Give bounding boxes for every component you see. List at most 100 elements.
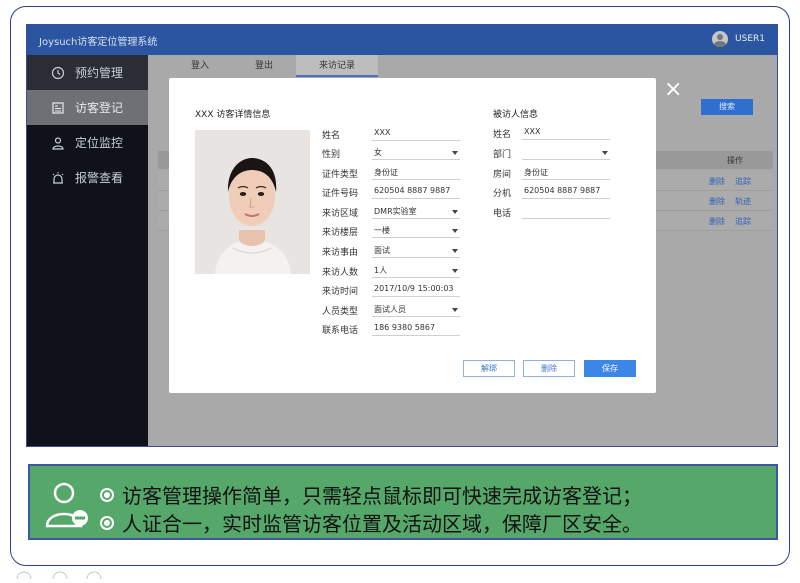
banner-text: 访客管理操作简单，只需轻点鼠标即可快速完成访客登记； — [122, 484, 642, 508]
clock-icon — [51, 66, 65, 80]
field-label: 姓名 — [493, 130, 512, 140]
tab-bar: 登入 登出 来访记录 — [168, 55, 378, 79]
trajectory-link[interactable]: 轨迹 — [735, 196, 751, 207]
visit-floor-select[interactable]: 一楼 — [372, 225, 460, 238]
field-label: 来访楼层 — [322, 228, 359, 238]
sidebar-item-visitor-register[interactable]: 访客登记 — [27, 90, 148, 125]
track-link[interactable]: 追踪 — [735, 176, 751, 187]
field-visit-area: 来访区域 DMR实验室 — [322, 203, 460, 219]
field-phone: 电话 — [493, 203, 610, 219]
chevron-down-icon — [452, 249, 458, 253]
footer-decoration — [0, 564, 120, 583]
field-label: 来访时间 — [322, 287, 359, 297]
user-menu[interactable]: USER1 — [712, 31, 765, 47]
delete-link[interactable]: 删除 — [709, 216, 725, 227]
select-value: 面试人员 — [374, 305, 406, 314]
chevron-down-icon — [602, 151, 608, 155]
tab-visit-records[interactable]: 来访记录 — [296, 55, 378, 77]
field-room: 房间 身份证 — [493, 164, 610, 180]
field-visit-reason: 来访事由 面试 — [322, 242, 460, 258]
sidebar-item-reservation[interactable]: 预约管理 — [27, 55, 148, 90]
host-section-title: 被访人信息 — [493, 110, 539, 120]
visitor-detail-dialog: XXX 访客详情信息 被访人信息 姓名 XXX 性别 女 证件类型 身份证 证件… — [169, 78, 656, 393]
save-button[interactable]: 保存 — [584, 360, 636, 377]
field-label: 联系电话 — [322, 326, 359, 336]
delete-link[interactable]: 删除 — [709, 176, 725, 187]
location-person-icon — [51, 136, 65, 150]
field-visitor-name: 姓名 XXX — [322, 125, 460, 141]
person-type-select[interactable]: 面试人员 — [372, 304, 460, 317]
id-type-input[interactable]: 身份证 — [372, 167, 460, 180]
close-icon[interactable]: × — [664, 79, 682, 101]
track-link[interactable]: 追踪 — [735, 216, 751, 227]
field-host-name: 姓名 XXX — [493, 124, 610, 140]
tab-logout[interactable]: 登出 — [232, 55, 296, 77]
chevron-down-icon — [452, 210, 458, 214]
visit-reason-select[interactable]: 面试 — [372, 245, 460, 258]
id-number-input[interactable]: 620504 8887 9887 — [372, 186, 460, 199]
sidebar-item-label: 预约管理 — [75, 66, 124, 80]
visitor-count-select[interactable]: 1人 — [372, 265, 460, 278]
action-column-header: 操作 — [727, 156, 743, 165]
select-value: 1人 — [374, 266, 388, 275]
delete-link[interactable]: 删除 — [709, 196, 725, 207]
sidebar-item-label: 访客登记 — [75, 101, 124, 115]
feature-banner: 访客管理操作简单，只需轻点鼠标即可快速完成访客登记； 人证合一，实时监管访客位置… — [28, 464, 778, 540]
field-label: 房间 — [493, 170, 512, 180]
chevron-down-icon — [452, 308, 458, 312]
gender-select[interactable]: 女 — [372, 147, 460, 160]
bullet-icon — [100, 487, 114, 502]
select-value: 面试 — [374, 246, 390, 255]
field-label: 来访区域 — [322, 209, 359, 219]
visitor-photo — [195, 130, 310, 274]
field-visit-time: 来访时间 2017/10/9 15:00:03 — [322, 281, 460, 297]
register-icon — [51, 101, 65, 115]
field-id-number: 证件号码 620504 8887 9887 — [322, 183, 460, 199]
visit-time-input[interactable]: 2017/10/9 15:00:03 — [372, 284, 460, 297]
sidebar-item-label: 定位监控 — [75, 136, 124, 150]
delete-button[interactable]: 删除 — [523, 360, 575, 377]
field-person-type: 人员类型 面试人员 — [322, 301, 460, 317]
sidebar-item-location-monitor[interactable]: 定位监控 — [27, 125, 148, 160]
sidebar-item-label: 报警查看 — [75, 171, 124, 185]
department-select[interactable] — [522, 147, 610, 160]
dialog-title: XXX 访客详情信息 — [195, 110, 271, 120]
field-visit-floor: 来访楼层 一楼 — [322, 222, 460, 238]
contact-phone-input[interactable]: 186 9380 5867 — [372, 323, 460, 336]
visitor-name-input[interactable]: XXX — [372, 128, 460, 141]
field-label: 证件类型 — [322, 170, 359, 180]
alarm-icon — [51, 171, 65, 185]
field-label: 性别 — [322, 150, 341, 160]
tab-login[interactable]: 登入 — [168, 55, 232, 77]
field-label: 电话 — [493, 209, 512, 219]
user-remove-icon — [44, 480, 92, 530]
extension-input[interactable]: 620504 8887 9887 — [522, 186, 610, 199]
avatar-icon — [712, 31, 729, 47]
field-gender: 性别 女 — [322, 144, 460, 160]
field-extension: 分机 620504 8887 9887 — [493, 183, 610, 199]
room-input[interactable]: 身份证 — [522, 167, 610, 180]
banner-line-1: 访客管理操作简单，只需轻点鼠标即可快速完成访客登记； — [100, 480, 642, 509]
field-label: 证件号码 — [322, 189, 359, 199]
select-value: 一楼 — [374, 226, 390, 235]
field-label: 分机 — [493, 189, 512, 199]
field-contact-phone: 联系电话 186 9380 5867 — [322, 320, 460, 336]
field-visitor-count: 来访人数 1人 — [322, 262, 460, 278]
bullet-icon — [100, 515, 114, 530]
host-name-input[interactable]: XXX — [522, 127, 610, 140]
field-label: 来访事由 — [322, 248, 359, 258]
field-department: 部门 — [493, 144, 610, 160]
field-label: 部门 — [493, 150, 512, 160]
chevron-down-icon — [452, 151, 458, 155]
app-title: Joysuch访客定位管理系统 — [39, 37, 158, 48]
top-bar: Joysuch访客定位管理系统 USER1 — [27, 25, 777, 55]
sidebar-item-alarm[interactable]: 报警查看 — [27, 160, 148, 195]
unbind-button[interactable]: 解绑 — [463, 360, 515, 377]
visit-area-select[interactable]: DMR实验室 — [372, 206, 460, 219]
chevron-down-icon — [452, 229, 458, 233]
user-name: USER1 — [735, 34, 765, 44]
sidebar: 预约管理 访客登记 定位监控 报警查看 — [27, 55, 148, 446]
chevron-down-icon — [452, 269, 458, 273]
search-button[interactable]: 搜索 — [701, 99, 753, 115]
phone-input[interactable] — [522, 206, 610, 219]
